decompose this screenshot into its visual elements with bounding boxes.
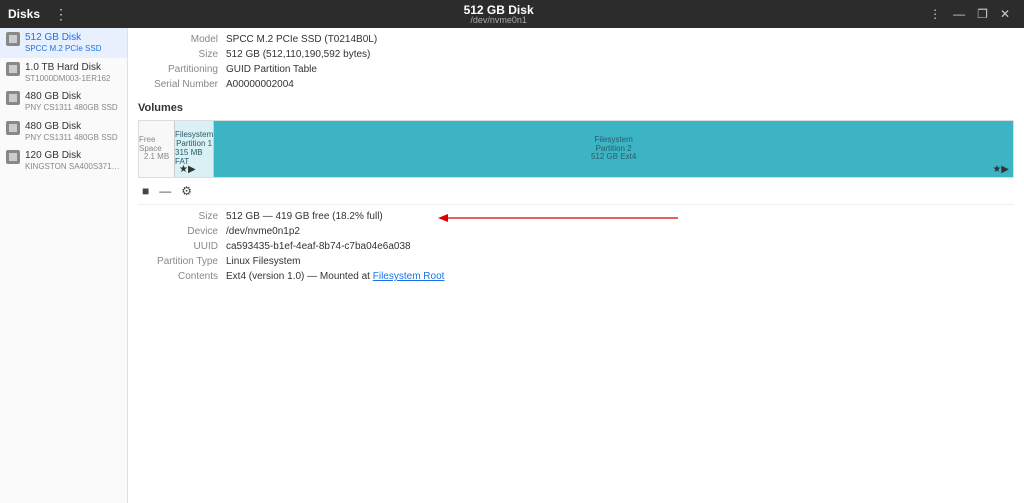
- detail-row-size: Size 512 GB — 419 GB free (18.2% full): [138, 211, 1014, 222]
- detail-label-uuid: UUID: [138, 241, 226, 252]
- info-row-model: Model SPCC M.2 PCIe SSD (T0214B0L): [138, 34, 1014, 45]
- detail-row-contents: Contents Ext4 (version 1.0) — Mounted at…: [138, 271, 1014, 282]
- unmount-button[interactable]: ■: [142, 184, 149, 198]
- disk-sub: PNY CS1311 480GB SSD: [25, 133, 118, 143]
- disk-name: 1.0 TB Hard Disk: [25, 62, 110, 74]
- star-icon: ★: [179, 164, 188, 175]
- sidebar: 512 GB Disk SPCC M.2 PCIe SSD 1.0 TB Har…: [0, 28, 128, 503]
- info-label-serial: Serial Number: [138, 79, 226, 90]
- contents-prefix: Ext4 (version 1.0) — Mounted at: [226, 271, 373, 282]
- partition-1[interactable]: Filesystem Partition 1 315 MB FAT ★▶: [175, 121, 214, 177]
- detail-row-uuid: UUID ca593435-b1ef-4eaf-8b74-c7ba04e6a03…: [138, 241, 1014, 252]
- sidebar-disk-item[interactable]: 120 GB Disk KINGSTON SA400S37120G: [0, 146, 127, 176]
- sidebar-disk-item[interactable]: 480 GB Disk PNY CS1311 480GB SSD: [0, 117, 127, 147]
- partition-corner-icons: ★▶: [179, 164, 196, 175]
- partition-2[interactable]: Filesystem Partition 2 512 GB Ext4 ★▶: [214, 121, 1013, 177]
- sidebar-disk-item[interactable]: 1.0 TB Hard Disk ST1000DM003-1ER162: [0, 58, 127, 88]
- star-icon: ★: [992, 164, 1001, 175]
- detail-label-size: Size: [138, 211, 226, 222]
- info-label-partitioning: Partitioning: [138, 64, 226, 75]
- partition-size: 2.1 MB: [144, 153, 169, 162]
- title-main: 512 GB Disk: [464, 4, 534, 16]
- sidebar-disk-item[interactable]: 480 GB Disk PNY CS1311 480GB SSD: [0, 87, 127, 117]
- disk-sub: SPCC M.2 PCIe SSD: [25, 44, 101, 54]
- detail-value-uuid: ca593435-b1ef-4eaf-8b74-c7ba04e6a038: [226, 241, 411, 252]
- app-name: Disks: [8, 7, 40, 21]
- disk-icon: [6, 150, 20, 164]
- title-sub: /dev/nvme0n1: [464, 16, 534, 25]
- detail-value-device: /dev/nvme0n1p2: [226, 226, 300, 237]
- partition-sub2: 512 GB Ext4: [591, 153, 636, 162]
- content: Model SPCC M.2 PCIe SSD (T0214B0L) Size …: [128, 28, 1024, 503]
- disk-icon: [6, 91, 20, 105]
- volume-details: Size 512 GB — 419 GB free (18.2% full) D…: [138, 211, 1014, 282]
- delete-button[interactable]: —: [159, 184, 171, 198]
- disk-icon: [6, 62, 20, 76]
- detail-row-device: Device /dev/nvme0n1p2: [138, 226, 1014, 237]
- partition-free-space[interactable]: Free Space 2.1 MB: [139, 121, 175, 177]
- info-value-serial: A00000002004: [226, 79, 294, 90]
- options-button[interactable]: ⚙: [181, 184, 192, 198]
- info-value-partitioning: GUID Partition Table: [226, 64, 317, 75]
- play-icon: ▶: [1001, 164, 1009, 175]
- volumes-heading: Volumes: [138, 102, 1014, 114]
- app-menu-button[interactable]: ⋮: [48, 6, 74, 23]
- disk-name: 512 GB Disk: [25, 32, 101, 44]
- disk-name: 120 GB Disk: [25, 150, 121, 162]
- detail-value-size: 512 GB — 419 GB free (18.2% full): [226, 211, 383, 222]
- info-row-size: Size 512 GB (512,110,190,592 bytes): [138, 49, 1014, 60]
- disk-name: 480 GB Disk: [25, 91, 118, 103]
- disk-name: 480 GB Disk: [25, 121, 118, 133]
- titlebar: Disks ⋮ 512 GB Disk /dev/nvme0n1 ⋮ — ❐ ✕: [0, 0, 1024, 28]
- partition-name: Free Space: [139, 136, 174, 154]
- action-bar: ■ — ⚙: [138, 178, 1014, 205]
- maximize-button[interactable]: ❐: [971, 7, 994, 21]
- partitions-bar: Free Space 2.1 MB Filesystem Partition 1…: [138, 120, 1014, 178]
- partition-corner-icons: ★▶: [992, 164, 1009, 175]
- filesystem-root-link[interactable]: Filesystem Root: [373, 271, 445, 282]
- info-label-model: Model: [138, 34, 226, 45]
- disk-sub: ST1000DM003-1ER162: [25, 74, 110, 84]
- close-button[interactable]: ✕: [994, 7, 1016, 21]
- info-value-size: 512 GB (512,110,190,592 bytes): [226, 49, 370, 60]
- disk-sub: PNY CS1311 480GB SSD: [25, 103, 118, 113]
- disk-icon: [6, 121, 20, 135]
- minimize-button[interactable]: —: [947, 7, 971, 21]
- info-label-size: Size: [138, 49, 226, 60]
- disk-icon: [6, 32, 20, 46]
- drive-menu-button[interactable]: ⋮: [923, 7, 947, 21]
- info-row-serial: Serial Number A00000002004: [138, 79, 1014, 90]
- detail-row-partition-type: Partition Type Linux Filesystem: [138, 256, 1014, 267]
- detail-label-ptype: Partition Type: [138, 256, 226, 267]
- main: 512 GB Disk SPCC M.2 PCIe SSD 1.0 TB Har…: [0, 28, 1024, 503]
- title-center: 512 GB Disk /dev/nvme0n1: [464, 4, 534, 25]
- detail-label-contents: Contents: [138, 271, 226, 282]
- detail-value-ptype: Linux Filesystem: [226, 256, 300, 267]
- info-value-model: SPCC M.2 PCIe SSD (T0214B0L): [226, 34, 377, 45]
- detail-label-device: Device: [138, 226, 226, 237]
- disk-sub: KINGSTON SA400S37120G: [25, 162, 121, 172]
- info-row-partitioning: Partitioning GUID Partition Table: [138, 64, 1014, 75]
- play-icon: ▶: [188, 164, 196, 175]
- detail-value-contents: Ext4 (version 1.0) — Mounted at Filesyst…: [226, 271, 444, 282]
- sidebar-disk-item[interactable]: 512 GB Disk SPCC M.2 PCIe SSD: [0, 28, 127, 58]
